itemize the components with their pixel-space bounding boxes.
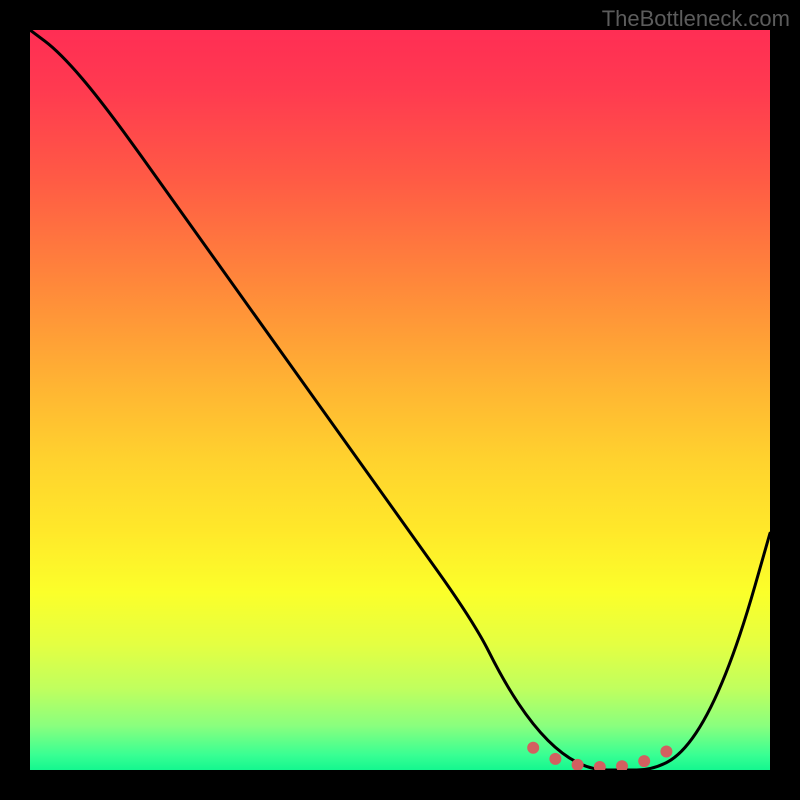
marker-dot: [638, 755, 650, 767]
plot-area: [30, 30, 770, 770]
marker-dot: [549, 753, 561, 765]
watermark-text: TheBottleneck.com: [602, 6, 790, 32]
marker-dot: [616, 760, 628, 770]
chart-svg: [30, 30, 770, 770]
marker-dot: [594, 761, 606, 770]
bottleneck-curve: [30, 30, 770, 770]
marker-dot: [660, 746, 672, 758]
marker-dot: [527, 742, 539, 754]
optimal-range-markers: [527, 742, 672, 770]
